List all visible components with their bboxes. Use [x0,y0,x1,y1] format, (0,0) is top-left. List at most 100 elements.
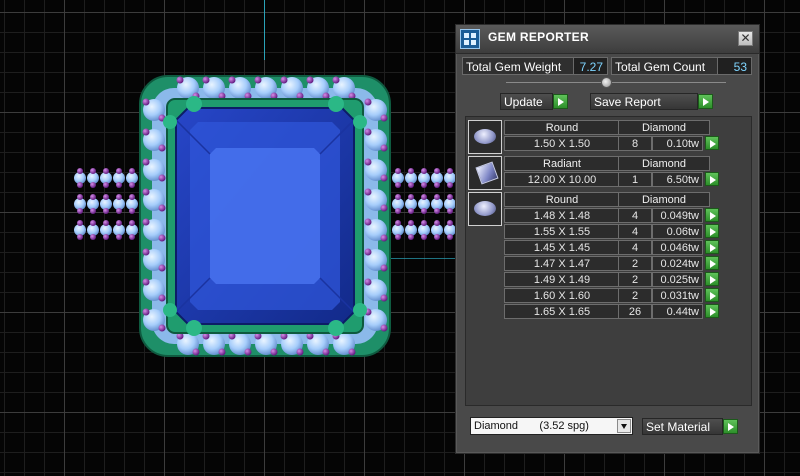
shank-prong [103,208,109,214]
halo-prong [158,264,166,272]
save-report-go-icon[interactable] [698,94,713,109]
shank-prong [77,194,83,200]
gem-thumbnail-shape [474,201,496,216]
select-gem-go-icon[interactable] [705,304,719,318]
gem-size-cell: 1.55 X 1.55 [504,224,620,239]
gem-reporter-panel: GEM REPORTER ✕ Total Gem Weight 7.27 Tot… [455,24,760,454]
shank-prong [421,182,427,188]
total-gem-count-value: 53 [717,57,752,75]
halo-prong [296,348,304,356]
shank-prong [408,182,414,188]
shank-prong [90,208,96,214]
shank-prong [408,234,414,240]
halo-prong [380,234,388,242]
halo-prong [364,278,372,286]
halo-prong [142,188,150,196]
halo-prong [142,248,150,256]
halo-prong [380,114,388,122]
shank-prong [77,220,83,226]
slider-track [506,82,726,83]
shank-prong [90,234,96,240]
gem-weight-cell: 0.046tw [652,240,703,255]
shank-prong [77,182,83,188]
gem-size-cell: 12.00 X 10.00 [504,172,620,187]
shank-prong [116,208,122,214]
shank-prong [395,168,401,174]
select-gem-go-icon[interactable] [705,256,719,270]
gem-weight-cell: 6.50tw [652,172,703,187]
halo-prong [364,188,372,196]
shank-prong [116,168,122,174]
shank-prong [408,168,414,174]
chevron-down-icon[interactable] [617,419,631,433]
panel-title: GEM REPORTER [488,30,589,44]
select-gem-go-icon[interactable] [705,272,719,286]
ring-model[interactable] [70,66,460,366]
gem-count-cell: 2 [618,256,652,271]
gem-size-cell: 1.48 X 1.48 [504,208,620,223]
gem-count-cell: 1 [618,172,652,187]
gem-list[interactable]: Round Diamond 1.50 X 1.50 8 0.10tw Radiant Dia… [465,116,752,406]
update-button-label: Update [504,95,543,109]
set-material-go-icon[interactable] [723,419,738,434]
select-gem-go-icon[interactable] [705,172,719,186]
select-gem-go-icon[interactable] [705,208,719,222]
select-gem-go-icon[interactable] [705,288,719,302]
halo-prong [254,76,262,84]
gem-size-cell: 1.60 X 1.60 [504,288,620,303]
gem-material-header: Diamond [618,120,710,135]
select-gem-go-icon[interactable] [705,240,719,254]
gem-weight-cell: 0.031tw [652,288,703,303]
round-gem-icon[interactable] [468,192,502,226]
shank-prong [408,194,414,200]
halo-prong [364,128,372,136]
halo-prong [322,348,330,356]
shank-prong [129,234,135,240]
close-button[interactable]: ✕ [738,31,753,46]
panel-titlebar[interactable]: GEM REPORTER ✕ [456,25,759,54]
slider-handle[interactable] [601,77,612,88]
total-gem-weight-value: 7.27 [573,57,608,75]
radiant-gem-icon[interactable] [468,156,502,190]
shank-prong [116,194,122,200]
halo-prong [380,144,388,152]
shank-prong [129,168,135,174]
select-gem-go-icon[interactable] [705,136,719,150]
halo-prong [158,324,166,332]
material-select[interactable]: Diamond (3.52 spg) [470,417,633,435]
update-go-icon[interactable] [553,94,568,109]
round-gem-icon[interactable] [468,120,502,154]
select-gem-go-icon[interactable] [705,224,719,238]
halo-prong [228,76,236,84]
shank-prong [103,168,109,174]
halo-prong [158,144,166,152]
halo-prong [380,294,388,302]
gem-thumbnail-shape [475,161,499,185]
save-report-button[interactable]: Save Report [590,93,698,110]
material-select-value: Diamond (3.52 spg) [474,420,589,432]
update-button[interactable]: Update [500,93,553,110]
shank-prong [421,220,427,226]
gem-weight-cell: 0.06tw [652,224,703,239]
shank-prong [421,234,427,240]
save-report-button-label: Save Report [594,95,661,109]
shank-prong [129,182,135,188]
shank-prong [90,182,96,188]
shank-prong [116,220,122,226]
set-material-button[interactable]: Set Material [642,418,723,435]
shank-prong [90,194,96,200]
halo-prong [142,128,150,136]
halo-prong [158,294,166,302]
shank-prong [434,220,440,226]
shank-prong [129,220,135,226]
halo-prong [202,76,210,84]
shank-prong [421,208,427,214]
shank-prong [408,220,414,226]
halo-prong [280,76,288,84]
gem-count-cell: 26 [618,304,652,319]
gem-weight-cell: 0.024tw [652,256,703,271]
halo-prong [270,348,278,356]
shank-prong [434,234,440,240]
gem-material-header: Diamond [618,192,710,207]
gem-weight-cell: 0.44tw [652,304,703,319]
